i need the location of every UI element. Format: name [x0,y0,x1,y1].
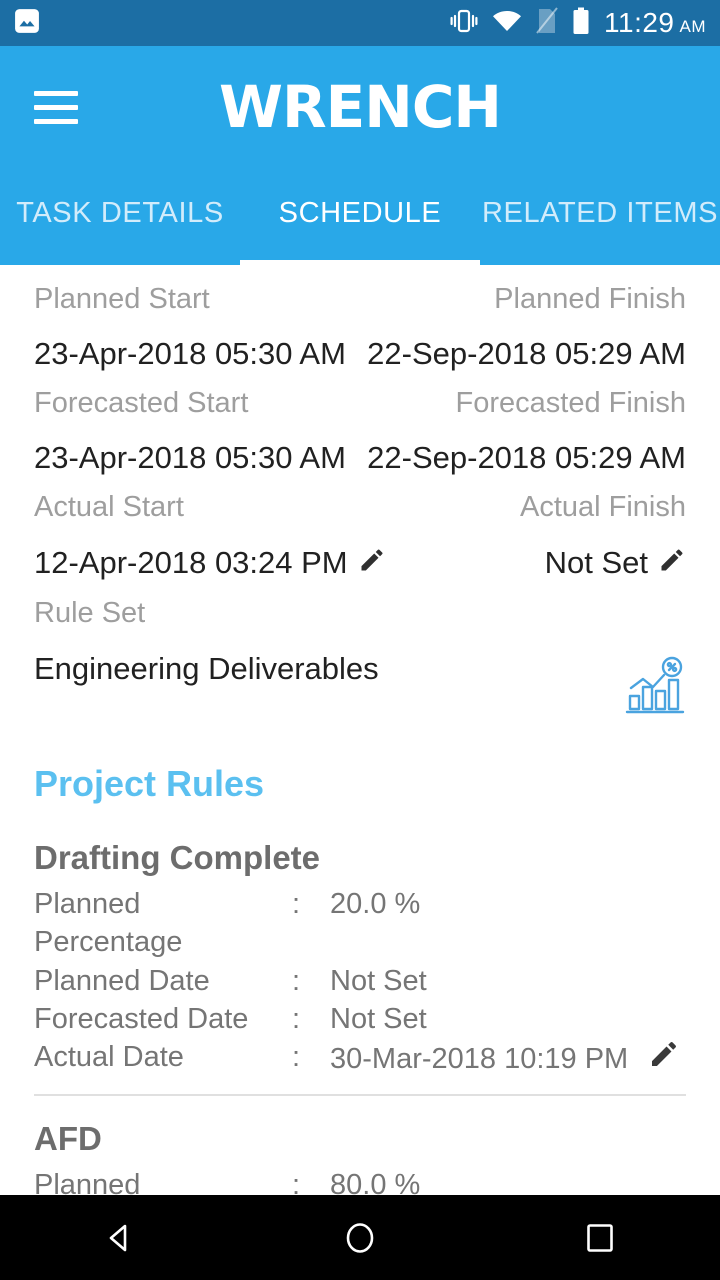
sim-card-off-icon [536,6,558,40]
clock-time: 11:29 [604,7,675,38]
battery-full-icon [572,7,590,40]
recents-square-icon[interactable] [480,1218,720,1258]
planned-finish-label: Planned Finish [494,283,686,315]
actual-finish-label: Actual Finish [519,491,686,523]
forecasted-dates-row: Forecasted Start 23-Apr-2018 05:30 AM Fo… [34,369,687,474]
planned-finish-text: 22-Sep-2018 05:29 AM [367,336,686,371]
actual-dates-row: Actual Start 12-Apr-2018 03:24 PM Actual… [34,473,686,579]
edit-pencil-icon[interactable] [648,1038,686,1080]
rule-row-value-text: 30-Mar-2018 10:19 PM [330,1043,629,1076]
vibrate-icon [450,8,478,39]
forecasted-finish-text: 22-Sep-2018 05:29 AM [367,440,686,475]
actual-start-value: 12-Apr-2018 03:24 PM [34,522,383,580]
rule-block: Drafting Complete Planned Percentage : 2… [34,815,686,1097]
status-bar-notifications [14,8,40,39]
rule-set-value: Engineering Deliverables [34,651,379,686]
app-logo: WRENCH [219,73,502,141]
planned-dates-row: Planned Start 23-Apr-2018 05:30 AM Plann… [34,265,686,370]
wifi-icon [492,9,522,38]
hamburger-line [34,118,78,124]
back-triangle-icon[interactable] [0,1218,240,1258]
planned-start-label: Planned Start [34,283,210,315]
rule-row-value-text: 20.0 % [330,888,421,920]
forecasted-finish-field: Forecasted Finish 22-Sep-2018 05:29 AM [360,369,687,474]
rule-detail-row: Forecasted Date : Not Set [34,1000,686,1038]
rule-row-colon: : [292,1041,301,1074]
actual-start-text: 12-Apr-2018 03:24 PM [34,545,348,580]
rule-row-value: 20.0 % [330,885,686,923]
rule-detail-row: Planned Date : Not Set [34,962,686,1000]
rule-title: AFD [34,1120,102,1158]
forecasted-start-text: 23-Apr-2018 05:30 AM [34,440,346,475]
edit-pencil-icon[interactable] [658,546,686,579]
forecasted-start-value: 23-Apr-2018 05:30 AM [34,418,360,473]
planned-finish-field: Planned Finish 22-Sep-2018 05:29 AM [360,265,686,370]
tab-schedule[interactable]: SCHEDULE [240,197,480,236]
rule-row-value-text: Not Set [330,964,427,997]
forecasted-finish-value: 22-Sep-2018 05:29 AM [360,418,686,473]
rule-block: AFD Planned Percentage : 80.0 % [34,1096,686,1195]
status-bar-icons: 11:29 AM [450,6,706,40]
planned-start-value: 23-Apr-2018 05:30 AM [34,314,360,369]
rule-set-label: Rule Set [34,597,146,629]
rule-row-value: Not Set [330,962,686,1000]
tab-bar: TASK DETAILS SCHEDULE RELATED ITEMS [0,168,720,265]
rule-set-row: Engineering Deliverables [34,628,686,723]
home-circle-icon[interactable] [240,1218,480,1258]
hamburger-line [34,90,78,96]
hamburger-line [34,104,78,110]
rule-row-label: Forecasted Date [34,1002,249,1035]
actual-start-label: Actual Start [34,491,184,523]
rule-row-value: 80.0 % [330,1166,686,1195]
rule-row-value: 30-Mar-2018 10:19 PM [330,1038,686,1080]
rule-row-label: Planned Date [34,964,210,997]
app-bar: WRENCH [0,46,720,168]
rule-row-label: Actual Date [34,1041,184,1074]
percentage-bar-chart-icon[interactable] [624,628,686,723]
rule-row-label: Planned Percentage [34,888,183,959]
status-bar: 11:29 AM [0,0,720,46]
rule-title: Drafting Complete [34,839,321,876]
android-navigation-bar [0,1195,720,1280]
schedule-panel: Planned Start 23-Apr-2018 05:30 AM Plann… [0,265,720,1195]
rule-detail-row: Planned Percentage : 80.0 % [34,1166,686,1195]
project-rules-title: Project Rules [34,763,265,804]
clock-ampm: AM [679,17,706,36]
planned-finish-value: 22-Sep-2018 05:29 AM [360,314,686,369]
rule-row-colon: : [292,1169,301,1195]
rule-row-colon: : [292,888,301,920]
rule-row-value-text: Not Set [330,1002,427,1035]
forecasted-start-label: Forecasted Start [34,387,249,419]
hamburger-menu-icon[interactable] [34,90,78,124]
planned-start-text: 23-Apr-2018 05:30 AM [34,336,346,371]
status-bar-clock: 11:29 AM [604,7,706,39]
tab-related-items[interactable]: RELATED ITEMS [480,197,720,236]
actual-finish-field: Actual Finish Not Set [360,473,686,579]
rule-row-colon: : [292,964,301,997]
rule-row-label: Planned Percentage [34,1169,141,1195]
rule-row-colon: : [292,1002,301,1035]
rule-row-value: Not Set [330,1000,686,1038]
rule-set-field: Rule Set Engineering Deliverables [34,579,686,723]
actual-finish-value: Not Set [360,522,686,579]
forecasted-start-field: Forecasted Start 23-Apr-2018 05:30 AM [34,369,360,474]
tab-task-details[interactable]: TASK DETAILS [0,197,240,236]
planned-start-field: Planned Start 23-Apr-2018 05:30 AM [34,265,360,370]
actual-finish-text: Not Set [544,545,648,580]
rule-row-value-text: 80.0 % [330,1169,421,1195]
forecasted-finish-label: Forecasted Finish [455,387,687,419]
actual-start-field: Actual Start 12-Apr-2018 03:24 PM [34,473,383,580]
image-icon [14,8,40,39]
rule-detail-row: Actual Date : 30-Mar-2018 10:19 PM [34,1038,686,1080]
rule-detail-row: Planned Percentage : 20.0 % [34,885,686,962]
